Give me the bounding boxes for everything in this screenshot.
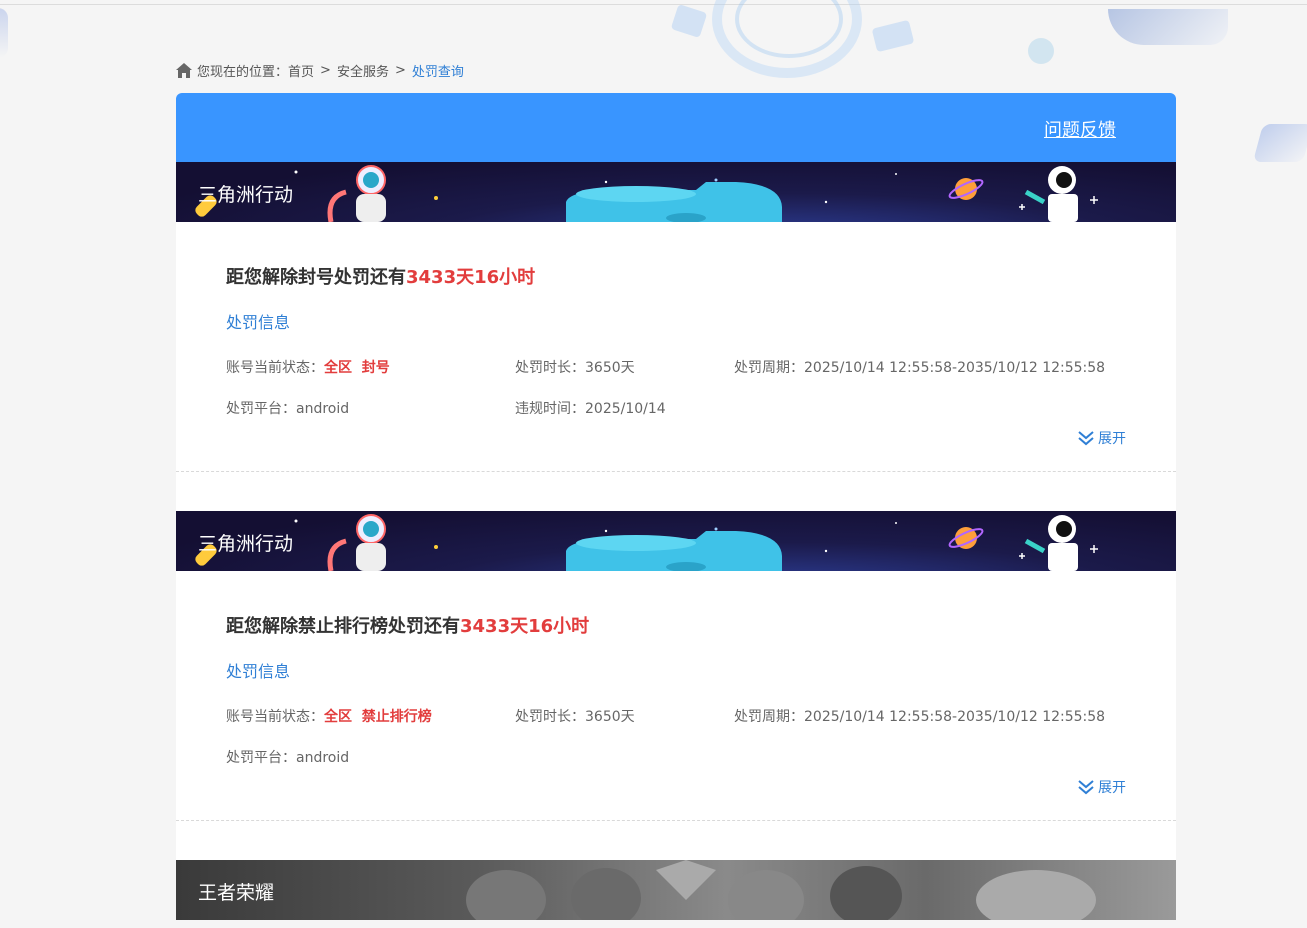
- card-gap: [176, 821, 1176, 860]
- card-gap: [176, 472, 1176, 511]
- bg-decoration-right: [1252, 124, 1307, 162]
- duration-value: 3650天: [585, 709, 635, 725]
- info-row: 处罚平台：android: [226, 747, 1126, 767]
- status-label: 账号当前状态：: [226, 360, 324, 376]
- game-title: 三角洲行动: [198, 184, 294, 206]
- penalty-card: 三角洲行动 距您解除封号处罚还有3433天16小时 处罚信息 账号当前状态：全区…: [176, 162, 1176, 472]
- violation-value: 2025/10/14: [585, 401, 666, 417]
- bg-decoration-left: [0, 8, 8, 58]
- penalty-card: 三角洲行动 距您解除禁止排行榜处罚还有3433天16小时 处罚信息 账号当前状态…: [176, 511, 1176, 821]
- status-label: 账号当前状态：: [226, 709, 324, 725]
- status-value: 全区 禁止排行榜: [324, 709, 432, 725]
- breadcrumb-security-link[interactable]: 安全服务: [337, 61, 389, 80]
- period-value: 2025/10/14 12:55:58-2035/10/12 12:55:58: [804, 709, 1106, 725]
- panel-header: 问题反馈: [176, 93, 1176, 162]
- info-row: 账号当前状态：全区 封号 处罚时长：3650天 处罚周期：2025/10/14 …: [226, 357, 1126, 377]
- info-row: 账号当前状态：全区 禁止排行榜 处罚时长：3650天 处罚周期：2025/10/…: [226, 706, 1126, 726]
- planet-icon: [948, 527, 984, 549]
- robot-astronaut-icon: [1019, 166, 1098, 222]
- countdown-prefix: 距您解除禁止排行榜处罚还有: [226, 616, 460, 637]
- breadcrumb-prefix: 您现在的位置：: [197, 64, 289, 80]
- planet-icon: [948, 178, 984, 200]
- astronaut-icon: [327, 514, 386, 571]
- game-banner: 三角洲行动: [176, 511, 1176, 571]
- breadcrumb-home-link[interactable]: 首页: [288, 61, 314, 80]
- period-value: 2025/10/14 12:55:58-2035/10/12 12:55:58: [804, 360, 1106, 376]
- countdown-prefix: 距您解除封号处罚还有: [226, 267, 406, 288]
- card-body: 距您解除禁止排行榜处罚还有3433天16小时 处罚信息 账号当前状态：全区 禁止…: [176, 571, 1176, 821]
- duration-label: 处罚时长：: [515, 709, 585, 725]
- platform-label: 处罚平台：: [226, 401, 296, 417]
- countdown-value: 3433天16小时: [460, 616, 590, 637]
- bg-decoration-ring-inner: [735, 0, 843, 58]
- status-value: 全区 封号: [324, 360, 390, 376]
- expand-label: 展开: [1098, 431, 1126, 447]
- bg-decoration-dot: [1028, 38, 1054, 64]
- duration-label: 处罚时长：: [515, 360, 585, 376]
- game-banner: 王者荣耀: [176, 860, 1176, 920]
- home-icon: [176, 62, 192, 78]
- expand-button[interactable]: 展开: [1077, 777, 1126, 797]
- violation-label: 违规时间：: [515, 401, 585, 417]
- penalty-card: 王者荣耀: [176, 860, 1176, 920]
- period-label: 处罚周期：: [734, 709, 804, 725]
- bg-decoration-tag: [670, 4, 708, 38]
- hok-banner-art: [466, 860, 1096, 920]
- space-banner-art: [195, 165, 1098, 222]
- breadcrumb-current[interactable]: 处罚查询: [412, 61, 464, 80]
- game-title: 王者荣耀: [198, 882, 275, 904]
- penalty-panel: 问题反馈 三角洲行动 距您解除封号处罚还有3433天16小时 处罚信息 账号当前…: [176, 93, 1176, 920]
- space-banner-art: [195, 514, 1098, 571]
- double-chevron-down-icon: [1078, 780, 1094, 795]
- feedback-link[interactable]: 问题反馈: [1044, 116, 1116, 142]
- expand-button[interactable]: 展开: [1077, 428, 1126, 448]
- expand-label: 展开: [1098, 780, 1126, 796]
- top-divider: [0, 4, 1307, 5]
- game-banner: 三角洲行动: [176, 162, 1176, 222]
- robot-astronaut-icon: [1019, 515, 1098, 571]
- bg-decoration-top-right: [1108, 9, 1228, 45]
- blue-device-icon: [566, 531, 782, 571]
- duration-value: 3650天: [585, 360, 635, 376]
- platform-label: 处罚平台：: [226, 750, 296, 766]
- penalty-info-label: 处罚信息: [226, 662, 291, 681]
- blue-device-icon: [566, 182, 782, 222]
- bg-decoration-game-tag: [871, 19, 915, 53]
- platform-value: android: [296, 750, 350, 766]
- astronaut-icon: [327, 165, 386, 222]
- breadcrumb: 您现在的位置： 首页 > 安全服务 > 处罚查询: [176, 60, 464, 80]
- countdown-text: 距您解除禁止排行榜处罚还有3433天16小时: [226, 612, 1126, 638]
- card-body: 距您解除封号处罚还有3433天16小时 处罚信息 账号当前状态：全区 封号 处罚…: [176, 222, 1176, 472]
- period-label: 处罚周期：: [734, 360, 804, 376]
- countdown-value: 3433天16小时: [406, 267, 536, 288]
- penalty-info-label: 处罚信息: [226, 313, 291, 332]
- game-title: 三角洲行动: [198, 533, 294, 555]
- breadcrumb-separator: >: [394, 62, 406, 78]
- bg-decoration-ring: [712, 0, 862, 78]
- platform-value: android: [296, 401, 350, 417]
- breadcrumb-separator: >: [320, 62, 331, 78]
- info-row: 处罚平台：android 违规时间：2025/10/14: [226, 398, 1126, 418]
- double-chevron-down-icon: [1078, 431, 1094, 446]
- countdown-text: 距您解除封号处罚还有3433天16小时: [226, 263, 1126, 289]
